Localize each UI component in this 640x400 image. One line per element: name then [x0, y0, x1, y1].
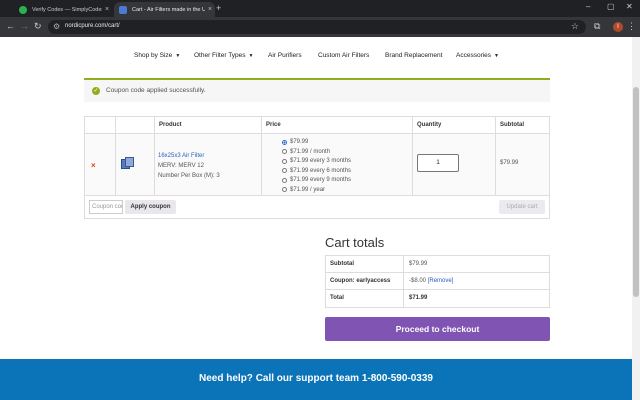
nav-brand-replacement[interactable]: Brand Replacement — [385, 52, 442, 59]
radio-button[interactable] — [282, 168, 287, 173]
cart-table: Product Price Quantity Subtotal × 16x25x… — [84, 116, 550, 219]
column-divider — [261, 117, 262, 196]
totals-label: Coupon: earlyaccess — [330, 278, 391, 284]
site-favicon-icon — [119, 5, 127, 14]
price-option[interactable]: $71.99 / month — [282, 149, 330, 155]
filter-box-image — [125, 157, 134, 167]
radio-button[interactable] — [282, 139, 287, 145]
menu-kebab-icon[interactable]: ⋮ — [627, 21, 636, 32]
totals-row: Subtotal $79.99 — [326, 256, 549, 273]
radio-button[interactable] — [282, 177, 287, 183]
totals-row: Coupon: earlyaccess -$8.00 [Remove] — [326, 273, 549, 290]
url-text[interactable]: nordicpure.com/cart/ — [65, 23, 120, 29]
profile-avatar[interactable]: I — [613, 22, 623, 32]
quantity-input[interactable]: 1 — [417, 154, 459, 172]
column-divider — [403, 256, 404, 307]
scrollbar-thumb[interactable] — [633, 87, 639, 297]
support-phone-text: Need help? Call our support team 1-800-5… — [199, 373, 433, 384]
simplycodes-favicon-icon — [19, 5, 27, 14]
browser-tab-active[interactable]: Cart - Air Filters made in the U × — [114, 2, 215, 17]
radio-button[interactable] — [282, 187, 287, 192]
page-scrollbar[interactable] — [632, 37, 640, 400]
header-product: Product — [159, 122, 182, 128]
apply-coupon-button[interactable]: Apply coupon — [125, 200, 176, 214]
cart-totals-table: Subtotal $79.99 Coupon: earlyaccess -$8.… — [325, 255, 550, 308]
new-tab-icon[interactable]: + — [216, 3, 221, 13]
remove-item-icon[interactable]: × — [91, 161, 96, 170]
main-navigation: Shop by Size ▼ Other Filter Types ▼ Air Pu… — [0, 52, 632, 64]
nav-accessories[interactable]: Accessories ▼ — [456, 52, 499, 59]
column-divider — [495, 117, 496, 196]
tab-title: Verify Codes — SimplyCodes — [32, 6, 102, 13]
browser-tab[interactable]: Verify Codes — SimplyCodes × — [14, 2, 112, 17]
header-price: Price — [266, 122, 281, 128]
remove-coupon-link[interactable]: [Remove] — [428, 278, 454, 284]
reload-icon[interactable]: ↻ — [34, 21, 42, 32]
proceed-to-checkout-button[interactable]: Proceed to checkout — [325, 317, 550, 341]
nav-shop-by-size[interactable]: Shop by Size ▼ — [134, 52, 180, 59]
totals-value: -$8.00 [Remove] — [409, 278, 454, 284]
chevron-down-icon: ▼ — [175, 53, 181, 59]
item-subtotal: $79.99 — [500, 160, 519, 166]
update-cart-button[interactable]: Update cart — [499, 200, 545, 214]
product-thumbnail[interactable] — [121, 156, 135, 170]
radio-button[interactable] — [282, 158, 287, 164]
nav-other-filter-types[interactable]: Other Filter Types ▼ — [194, 52, 254, 59]
checkmark-icon: ✓ — [92, 87, 100, 95]
header-subtotal: Subtotal — [500, 122, 524, 128]
bookmark-star-icon[interactable]: ☆ — [571, 21, 579, 32]
price-option[interactable]: $79.99 — [282, 139, 308, 145]
site-info-icon[interactable]: ⚙ — [53, 22, 60, 31]
totals-value: $71.99 — [409, 295, 428, 301]
url-field[interactable]: ⚙ nordicpure.com/cart/ ☆ — [48, 20, 586, 34]
chevron-down-icon: ▼ — [248, 53, 254, 59]
forward-icon[interactable]: → — [20, 21, 29, 31]
column-divider — [412, 117, 413, 196]
close-window-icon[interactable]: ✕ — [626, 2, 633, 11]
header-quantity: Quantity — [417, 122, 442, 128]
minimize-icon[interactable]: – — [586, 2, 590, 11]
nav-air-purifiers[interactable]: Air Purifiers — [268, 52, 302, 59]
column-divider — [154, 117, 155, 196]
cart-totals-heading: Cart totals — [325, 235, 385, 250]
price-option[interactable]: $71.99 / year — [282, 187, 325, 193]
price-option[interactable]: $71.99 every 3 months — [282, 158, 351, 164]
back-icon[interactable]: ← — [6, 21, 15, 31]
coupon-code-input[interactable]: Coupon code — [89, 200, 123, 214]
browser-tab-bar: Verify Codes — SimplyCodes × Cart - Air … — [0, 0, 640, 17]
price-option[interactable]: $71.99 every 9 months — [282, 177, 351, 183]
totals-label: Subtotal — [330, 261, 354, 267]
address-bar: ← → ↻ ⚙ nordicpure.com/cart/ ☆ ⧉ I ⋮ — [0, 17, 640, 37]
column-divider — [115, 117, 116, 196]
close-icon[interactable]: × — [102, 6, 112, 13]
web-page: Shop by Size ▼ Other Filter Types ▼ Air Pu… — [0, 37, 640, 400]
product-merv: MERV: MERV 12 — [158, 163, 204, 169]
price-option[interactable]: $71.99 every 6 months — [282, 168, 351, 174]
coupon-success-notice: ✓ Coupon code applied successfully. — [84, 78, 550, 102]
chevron-down-icon: ▼ — [494, 53, 499, 59]
nav-custom-air-filters[interactable]: Custom Air Filters — [318, 52, 369, 59]
support-footer: Need help? Call our support team 1-800-5… — [0, 359, 632, 400]
notice-message: Coupon code applied successfully. — [106, 87, 206, 94]
product-box-count: Number Per Box (M): 3 — [158, 173, 220, 179]
maximize-icon[interactable]: ▢ — [607, 2, 615, 11]
extensions-icon[interactable]: ⧉ — [594, 21, 600, 32]
totals-row: Total $71.99 — [326, 290, 549, 307]
close-icon[interactable]: × — [205, 6, 215, 13]
radio-button[interactable] — [282, 149, 287, 154]
product-name-link[interactable]: 16x25x3 Air Filter — [158, 153, 204, 159]
tab-title: Cart - Air Filters made in the U — [132, 6, 205, 13]
totals-value: $79.99 — [409, 261, 428, 267]
totals-label: Total — [330, 295, 344, 301]
